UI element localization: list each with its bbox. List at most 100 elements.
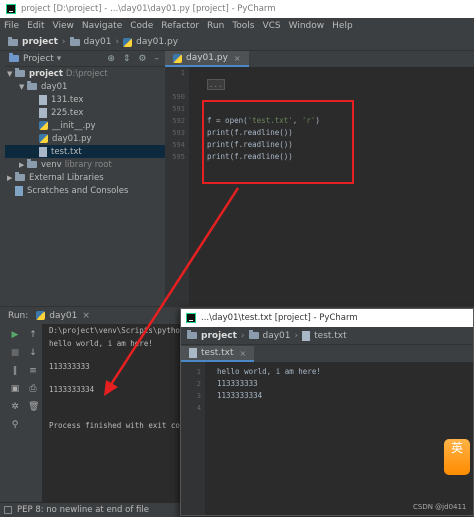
tree-item-label: venv <box>41 159 62 170</box>
second-window-title-bar: ...\day01\test.txt [project] - PyCharm <box>181 309 473 327</box>
tree-item-project[interactable]: ▼ project D:\project <box>5 67 165 80</box>
tree-item-225-tex[interactable]: 225.tex <box>5 106 165 119</box>
menu-file[interactable]: File <box>4 21 19 31</box>
folder-icon <box>248 330 259 339</box>
breadcrumb-day01[interactable]: day01 <box>263 331 291 341</box>
stop-icon[interactable]: ■ <box>10 348 20 358</box>
line-number: 591 <box>172 105 185 113</box>
project-panel-title[interactable]: Project <box>23 54 54 64</box>
line-gutter: 1 2 3 4 <box>181 362 205 515</box>
tree-item-label: __init__.py <box>52 120 96 131</box>
breadcrumb: project › day01 › day01.py <box>0 34 474 51</box>
text-line: 113333333 <box>217 379 258 388</box>
menu-bar: File Edit View Navigate Code Refactor Ru… <box>0 18 474 34</box>
text-line: 1133333334 <box>217 391 263 400</box>
pin-icon[interactable]: ⚲ <box>10 420 20 430</box>
text-line: hello world, i am here! <box>217 367 321 376</box>
python-file-icon <box>39 134 48 143</box>
line-number: 1 <box>196 368 201 376</box>
folded-code[interactable]: ... <box>207 79 225 90</box>
tree-item-suffix: library root <box>64 159 112 170</box>
tree-item-scratches[interactable]: Scratches and Consoles <box>5 184 165 197</box>
gear-icon[interactable]: ⚙ <box>138 54 146 64</box>
menu-tools[interactable]: Tools <box>232 21 254 31</box>
tree-item-test-txt[interactable]: test.txt <box>5 145 165 158</box>
breadcrumb-separator: › <box>240 330 245 341</box>
tree-item-init-py[interactable]: __init__.py <box>5 119 165 132</box>
collapse-icon[interactable]: ⇕ <box>123 54 131 64</box>
tree-item-label: test.txt <box>51 146 82 157</box>
tree-item-label: External Libraries <box>29 172 104 183</box>
line-gutter: 1 590 591 592 593 594 595 <box>165 67 189 306</box>
menu-code[interactable]: Code <box>130 21 153 31</box>
menu-navigate[interactable]: Navigate <box>82 21 122 31</box>
line-number: 3 <box>196 392 201 400</box>
menu-window[interactable]: Window <box>289 21 325 31</box>
tree-item-131-tex[interactable]: 131.tex <box>5 93 165 106</box>
locate-icon[interactable]: ⊕ <box>107 54 115 64</box>
scratches-icon <box>15 185 23 196</box>
translate-icon: 英 <box>450 441 463 455</box>
menu-view[interactable]: View <box>53 21 74 31</box>
print-icon[interactable]: ⎙ <box>28 384 38 394</box>
breadcrumb-separator: › <box>294 330 299 341</box>
line-number: 594 <box>172 141 185 149</box>
tree-item-day01-py[interactable]: day01.py <box>5 132 165 145</box>
rerun-icon[interactable]: ▶ <box>10 330 20 340</box>
chevron-down-icon[interactable]: ▾ <box>57 54 62 64</box>
menu-vcs[interactable]: VCS <box>262 21 280 31</box>
console-output[interactable]: D:\project\venv\Scripts\python.e hello w… <box>49 326 198 434</box>
menu-refactor[interactable]: Refactor <box>161 21 199 31</box>
pause-icon[interactable]: ‖ <box>10 366 20 376</box>
hide-icon[interactable]: – <box>155 54 160 64</box>
tab-day01-py[interactable]: day01.py × <box>165 51 249 67</box>
tree-item-external-libraries[interactable]: ▶ External Libraries <box>5 171 165 184</box>
close-icon[interactable]: × <box>240 349 247 358</box>
scroll-up-icon[interactable]: ↑ <box>28 330 38 340</box>
chevron-right-icon[interactable]: ▶ <box>7 174 15 182</box>
folder-icon <box>27 81 37 90</box>
second-window: ...\day01\test.txt [project] - PyCharm p… <box>180 308 474 516</box>
breadcrumb-day01[interactable]: day01 <box>84 37 112 47</box>
console-line: D:\project\venv\Scripts\python.e <box>49 326 194 335</box>
text-file-icon <box>189 348 197 358</box>
menu-edit[interactable]: Edit <box>27 21 44 31</box>
soft-wrap-icon[interactable]: ≡ <box>28 366 38 376</box>
run-tab-label: day01 <box>49 310 78 321</box>
tool-windows-icon[interactable] <box>4 506 12 514</box>
folder-icon <box>27 159 37 168</box>
editor-tabs: day01.py × <box>165 51 474 67</box>
line-number: 1 <box>180 69 185 77</box>
menu-help[interactable]: Help <box>332 21 353 31</box>
folder-icon <box>187 330 197 339</box>
text-content[interactable]: hello world, i am here! 113333333 113333… <box>217 366 321 414</box>
dump-threads-icon[interactable]: ▣ <box>10 384 20 394</box>
run-tab-day01[interactable]: day01 × <box>36 311 90 321</box>
chevron-down-icon[interactable]: ▼ <box>19 83 27 91</box>
translate-badge[interactable]: 英 <box>444 439 470 475</box>
tab-test-txt[interactable]: test.txt × <box>181 346 255 362</box>
close-icon[interactable]: × <box>82 311 90 321</box>
tree-item-path: D:\project <box>65 68 108 79</box>
chevron-down-icon[interactable]: ▼ <box>7 70 15 78</box>
breadcrumb-separator: › <box>61 37 66 47</box>
tree-item-day01[interactable]: ▼ day01 <box>5 80 165 93</box>
tab-label: day01.py <box>186 53 228 63</box>
breadcrumb-project[interactable]: project <box>22 37 58 47</box>
scroll-down-icon[interactable]: ↓ <box>28 348 38 358</box>
library-icon <box>15 172 25 181</box>
python-file-icon <box>123 37 133 47</box>
settings-icon[interactable]: ✲ <box>10 402 20 412</box>
trash-icon[interactable]: 🗑 <box>28 402 39 412</box>
breadcrumb-file[interactable]: day01.py <box>136 37 178 47</box>
pycharm-logo-icon <box>186 313 196 323</box>
breadcrumb-project[interactable]: project <box>201 331 237 341</box>
chevron-right-icon[interactable]: ▶ <box>19 161 27 169</box>
menu-run[interactable]: Run <box>207 21 224 31</box>
tree-item-venv[interactable]: ▶ venv library root <box>5 158 165 171</box>
close-icon[interactable]: × <box>234 54 241 63</box>
breadcrumb-file[interactable]: test.txt <box>314 331 347 341</box>
